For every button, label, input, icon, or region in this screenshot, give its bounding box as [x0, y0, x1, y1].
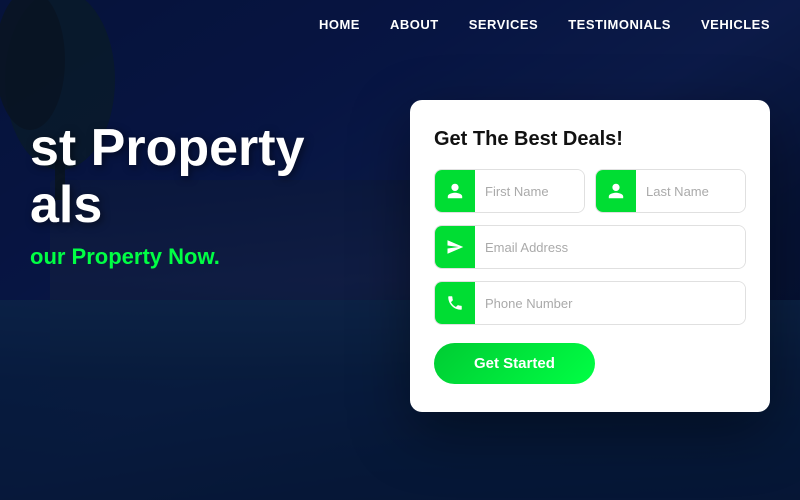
user-icon: [446, 182, 464, 200]
nav-link-vehicles[interactable]: VEHICLES: [701, 17, 770, 32]
send-icon: [446, 238, 464, 256]
hero-line2: als: [30, 176, 102, 234]
phone-icon: [435, 281, 475, 325]
get-started-button[interactable]: Get Started: [434, 343, 595, 384]
hero-headline: st Property als: [30, 120, 305, 234]
last-name-input[interactable]: [636, 169, 746, 213]
person-icon-last: [596, 169, 636, 213]
person-icon-first: [435, 169, 475, 213]
nav-item-testimonials[interactable]: TESTIMONIALS: [568, 16, 671, 34]
hero-line1: st Property: [30, 119, 305, 177]
phone-icon-svg: [446, 294, 464, 312]
user-icon-2: [607, 182, 625, 200]
form-title: Get The Best Deals!: [434, 128, 746, 151]
phone-input[interactable]: [475, 281, 745, 325]
hero-section: st Property als our Property Now.: [30, 120, 305, 270]
nav-links: HOME ABOUT SERVICES TESTIMONIALS VEHICLE…: [319, 16, 770, 34]
email-group: [434, 225, 746, 269]
nav-link-testimonials[interactable]: TESTIMONIALS: [568, 17, 671, 32]
form-card: Get The Best Deals!: [410, 100, 770, 412]
first-name-group: [434, 169, 585, 213]
first-name-input[interactable]: [475, 169, 585, 213]
phone-group: [434, 281, 746, 325]
nav-link-home[interactable]: HOME: [319, 17, 360, 32]
nav-link-about[interactable]: ABOUT: [390, 17, 439, 32]
email-icon: [435, 225, 475, 269]
email-input[interactable]: [475, 225, 745, 269]
navbar: HOME ABOUT SERVICES TESTIMONIALS VEHICLE…: [0, 0, 800, 50]
name-row: [434, 169, 746, 213]
nav-item-home[interactable]: HOME: [319, 16, 360, 34]
nav-link-services[interactable]: SERVICES: [469, 17, 539, 32]
last-name-group: [595, 169, 746, 213]
hero-cta-text: our Property Now.: [30, 244, 305, 270]
nav-item-vehicles[interactable]: VEHICLES: [701, 16, 770, 34]
nav-item-about[interactable]: ABOUT: [390, 16, 439, 34]
nav-item-services[interactable]: SERVICES: [469, 16, 539, 34]
